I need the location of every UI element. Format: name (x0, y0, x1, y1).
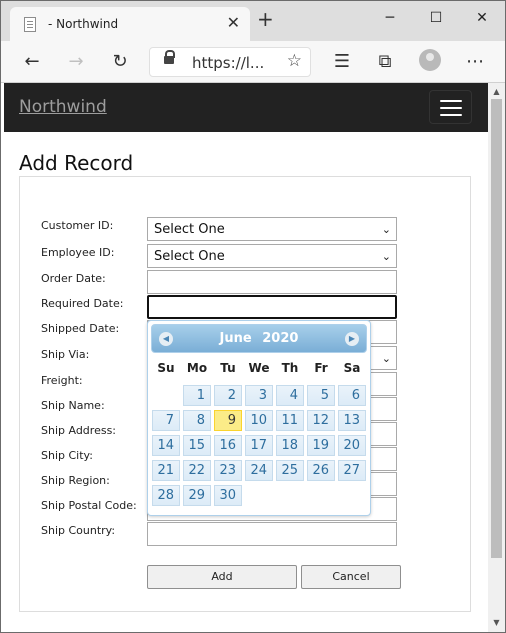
ship-postal-code-label: Ship Postal Code: (41, 499, 137, 512)
url-text: https://l... (192, 54, 265, 72)
page-favicon-icon (24, 17, 36, 32)
datepicker-day[interactable]: 5 (307, 385, 335, 406)
order-date-input[interactable] (147, 270, 397, 294)
window-close-icon[interactable]: ✕ (459, 5, 505, 31)
datepicker-day[interactable]: 12 (307, 410, 335, 431)
weekday-header: We (248, 361, 270, 375)
maximize-icon[interactable]: ☐ (413, 5, 459, 31)
datepicker-day[interactable]: 30 (214, 485, 242, 506)
datepicker-day[interactable]: 1 (183, 385, 211, 406)
tab-title: - Northwind (48, 17, 119, 31)
weekday-header: Fr (314, 361, 328, 375)
datepicker-day[interactable]: 24 (245, 460, 273, 481)
weekday-header: Mo (186, 361, 208, 375)
datepicker-day[interactable]: 10 (245, 410, 273, 431)
datepicker-day[interactable]: 28 (152, 485, 180, 506)
datepicker-day[interactable]: 14 (152, 435, 180, 456)
chevron-down-icon: ⌄ (381, 250, 391, 263)
favorites-list-icon[interactable]: ☰ (329, 49, 355, 75)
site-navbar: Northwind (4, 83, 488, 132)
datepicker-day[interactable]: 17 (245, 435, 273, 456)
page-title: Add Record (19, 151, 134, 175)
weekday-header: Su (157, 361, 175, 375)
datepicker-day[interactable]: 4 (276, 385, 304, 406)
datepicker-day[interactable]: 19 (307, 435, 335, 456)
datepicker-day[interactable]: 25 (276, 460, 304, 481)
datepicker-day[interactable]: 7 (152, 410, 180, 431)
datepicker-day[interactable]: 29 (183, 485, 211, 506)
datepicker-day[interactable]: 27 (338, 460, 366, 481)
datepicker-year: 2020 (262, 331, 299, 346)
more-menu-icon[interactable]: ⋯ (462, 49, 488, 75)
browser-window: - Northwind ✕ + ─ ☐ ✕ ← → ↻ https://l...… (0, 0, 506, 633)
scroll-thumb[interactable] (491, 99, 502, 558)
datepicker-popup: ◀ June 2020 ▶ Su Mo Tu We Th Fr Sa 1 2 3 4 5 6 7 8 9 10 1… (147, 320, 371, 516)
datepicker-day[interactable]: 13 (338, 410, 366, 431)
scroll-up-icon[interactable]: ▲ (488, 85, 505, 99)
scroll-down-icon[interactable]: ▼ (488, 616, 505, 630)
forward-arrow-icon[interactable]: → (63, 49, 89, 75)
datepicker-day[interactable]: 2 (214, 385, 242, 406)
next-month-icon[interactable]: ▶ (345, 332, 359, 346)
chevron-down-icon: ⌄ (381, 223, 391, 236)
brand-link[interactable]: Northwind (19, 97, 107, 117)
datepicker-day[interactable]: 8 (183, 410, 211, 431)
ship-country-input[interactable] (147, 522, 397, 546)
datepicker-day[interactable]: 3 (245, 385, 273, 406)
freight-label: Freight: (41, 374, 83, 387)
ship-address-label: Ship Address: (41, 424, 117, 437)
ship-name-label: Ship Name: (41, 399, 105, 412)
weekday-header: Tu (220, 361, 236, 375)
customer-id-select[interactable]: Select One ⌄ (147, 217, 397, 241)
datepicker-day[interactable]: 16 (214, 435, 242, 456)
datepicker-day[interactable]: 26 (307, 460, 335, 481)
cancel-button[interactable]: Cancel (301, 565, 401, 589)
page-scrollbar[interactable]: ▲ ▼ (488, 83, 505, 632)
datepicker-title: June 2020 (152, 331, 366, 346)
employee-id-value: Select One (154, 249, 225, 264)
hamburger-menu-icon[interactable] (429, 90, 472, 124)
required-date-input[interactable] (147, 295, 397, 319)
datepicker-day[interactable]: 22 (183, 460, 211, 481)
employee-id-label: Employee ID: (41, 246, 115, 259)
datepicker-day[interactable]: 18 (276, 435, 304, 456)
datepicker-day[interactable]: 21 (152, 460, 180, 481)
datepicker-day[interactable]: 11 (276, 410, 304, 431)
ship-country-label: Ship Country: (41, 524, 116, 537)
tab-bar: - Northwind ✕ + ─ ☐ ✕ (1, 1, 505, 41)
datepicker-header: ◀ June 2020 ▶ (151, 324, 367, 353)
shipped-date-label: Shipped Date: (41, 322, 120, 335)
datepicker-day-today[interactable]: 9 (214, 410, 242, 431)
datepicker-month: June (219, 331, 252, 346)
minimize-icon[interactable]: ─ (367, 5, 413, 31)
lock-icon (164, 50, 175, 64)
collections-icon[interactable]: ⧉ (372, 49, 398, 75)
ship-via-label: Ship Via: (41, 348, 90, 361)
chevron-down-icon: ⌄ (381, 352, 391, 365)
refresh-icon[interactable]: ↻ (107, 49, 133, 75)
required-date-label: Required Date: (41, 297, 124, 310)
weekday-header: Sa (343, 361, 361, 375)
datepicker-day[interactable]: 15 (183, 435, 211, 456)
employee-id-select[interactable]: Select One ⌄ (147, 244, 397, 268)
customer-id-label: Customer ID: (41, 219, 114, 232)
page-viewport: Northwind Add Record Customer ID: Employ… (1, 83, 488, 632)
favorite-star-icon[interactable]: ☆ (287, 51, 302, 71)
customer-id-value: Select One (154, 222, 225, 237)
weekday-header: Th (281, 361, 299, 375)
browser-tab[interactable]: - Northwind ✕ (10, 7, 250, 41)
add-button[interactable]: Add (147, 565, 297, 589)
back-arrow-icon[interactable]: ← (19, 49, 45, 75)
datepicker-day[interactable]: 23 (214, 460, 242, 481)
tab-close-icon[interactable]: ✕ (227, 14, 240, 32)
profile-avatar-icon[interactable] (419, 49, 441, 71)
datepicker-day[interactable]: 6 (338, 385, 366, 406)
ship-city-label: Ship City: (41, 449, 93, 462)
address-bar[interactable]: https://l... ☆ (149, 47, 311, 77)
datepicker-day[interactable]: 20 (338, 435, 366, 456)
ship-region-label: Ship Region: (41, 474, 110, 487)
new-tab-icon[interactable]: + (257, 9, 274, 29)
order-date-label: Order Date: (41, 272, 106, 285)
